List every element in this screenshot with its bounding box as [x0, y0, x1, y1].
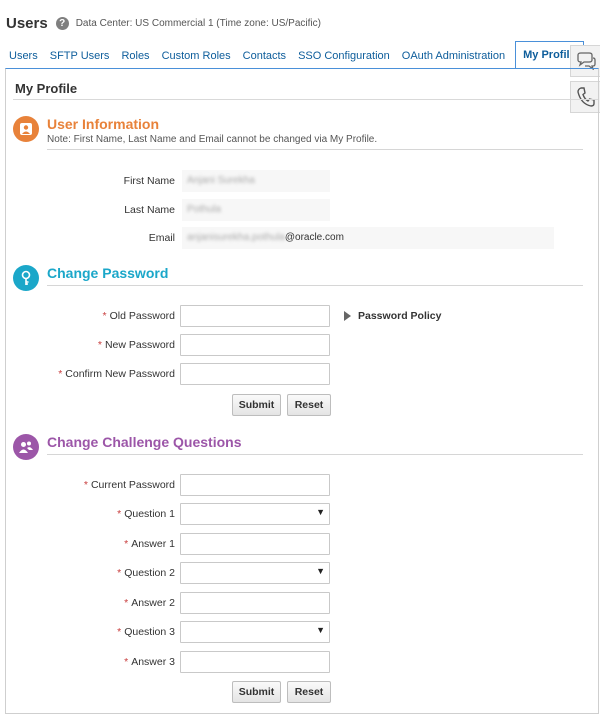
challenge-reset-button[interactable]: Reset	[287, 681, 331, 703]
answer1-label: * Answer 1	[124, 538, 175, 550]
dropdown-arrow-icon: ▼	[316, 566, 325, 576]
user-information-title: User Information	[47, 116, 160, 132]
content-title: My Profile	[15, 81, 78, 96]
confirm-password-row: * Confirm New Password	[6, 363, 600, 385]
tab-contacts[interactable]: Contacts	[237, 43, 292, 69]
section-divider	[47, 285, 583, 286]
first-name-row: First Name Anjani Surekha	[6, 170, 600, 192]
answer1-row: * Answer 1	[6, 533, 600, 555]
tab-sso-configuration[interactable]: SSO Configuration	[292, 43, 396, 69]
tab-roles[interactable]: Roles	[115, 43, 155, 69]
answer2-input[interactable]	[180, 592, 330, 614]
password-reset-button[interactable]: Reset	[287, 394, 331, 416]
email-row: Email anjanisurekha.pothula@oracle.com	[6, 227, 600, 249]
user-icon	[13, 116, 39, 142]
my-profile-panel: My Profile User Information Note: First …	[5, 68, 599, 714]
challenge-buttons-row: Submit Reset	[6, 681, 600, 703]
password-submit-button[interactable]: Submit	[232, 394, 281, 416]
answer2-row: * Answer 2	[6, 592, 600, 614]
answer3-input[interactable]	[180, 651, 330, 673]
old-password-label: * Old Password	[102, 310, 175, 322]
answer3-row: * Answer 3	[6, 651, 600, 673]
old-password-input[interactable]	[180, 305, 330, 327]
question1-select[interactable]: ▼	[180, 503, 330, 525]
tab-sftp-users[interactable]: SFTP Users	[44, 43, 116, 69]
challenge-questions-title: Change Challenge Questions	[47, 434, 242, 450]
challenge-submit-button[interactable]: Submit	[232, 681, 281, 703]
question2-label: * Question 2	[117, 567, 175, 579]
current-password-label: * Current Password	[83, 479, 175, 491]
key-icon	[13, 265, 39, 291]
answer2-label: * Answer 2	[124, 597, 175, 609]
question3-row: * Question 3 ▼	[6, 621, 600, 643]
confirm-password-label: * Confirm New Password	[58, 368, 175, 380]
tab-oauth-administration[interactable]: OAuth Administration	[396, 43, 511, 69]
help-icon[interactable]: ?	[55, 16, 69, 30]
current-password-row: * Current Password	[6, 474, 600, 496]
new-password-input[interactable]	[180, 334, 330, 356]
tab-bar: Users SFTP Users Roles Custom Roles Cont…	[3, 41, 584, 69]
email-value: anjanisurekha.pothula@oracle.com	[182, 227, 554, 249]
answer3-label: * Answer 3	[124, 656, 175, 668]
tab-users[interactable]: Users	[3, 43, 44, 69]
answer1-input[interactable]	[180, 533, 330, 555]
content-title-divider	[13, 99, 598, 100]
data-center-info: Data Center: US Commercial 1 (Time zone:…	[75, 17, 321, 29]
page-title: Users	[6, 14, 48, 32]
dropdown-arrow-icon: ▼	[316, 507, 325, 517]
password-buttons-row: Submit Reset	[6, 394, 600, 416]
expand-triangle-icon	[344, 311, 351, 321]
first-name-value: Anjani Surekha	[182, 170, 330, 192]
password-policy-label: Password Policy	[358, 310, 442, 322]
password-policy-toggle[interactable]: Password Policy	[344, 305, 441, 327]
page-header: Users ? Data Center: US Commercial 1 (Ti…	[6, 12, 321, 34]
confirm-password-input[interactable]	[180, 363, 330, 385]
email-label: Email	[148, 232, 175, 244]
last-name-label: Last Name	[124, 204, 175, 216]
question2-select[interactable]: ▼	[180, 562, 330, 584]
tab-custom-roles[interactable]: Custom Roles	[156, 43, 237, 69]
current-password-input[interactable]	[180, 474, 330, 496]
question1-label: * Question 1	[117, 508, 175, 520]
first-name-label: First Name	[123, 175, 175, 187]
last-name-row: Last Name Pothula	[6, 199, 600, 221]
user-information-note: Note: First Name, Last Name and Email ca…	[47, 134, 378, 145]
section-divider	[47, 149, 583, 150]
change-password-title: Change Password	[47, 265, 169, 281]
question1-row: * Question 1 ▼	[6, 503, 600, 525]
dropdown-arrow-icon: ▼	[316, 625, 325, 635]
old-password-row: * Old Password Password Policy	[6, 305, 600, 327]
section-divider	[47, 454, 583, 455]
question3-select[interactable]: ▼	[180, 621, 330, 643]
new-password-row: * New Password	[6, 334, 600, 356]
question2-row: * Question 2 ▼	[6, 562, 600, 584]
last-name-value: Pothula	[182, 199, 330, 221]
question3-label: * Question 3	[117, 626, 175, 638]
users-icon	[13, 434, 39, 460]
new-password-label: * New Password	[97, 339, 175, 351]
